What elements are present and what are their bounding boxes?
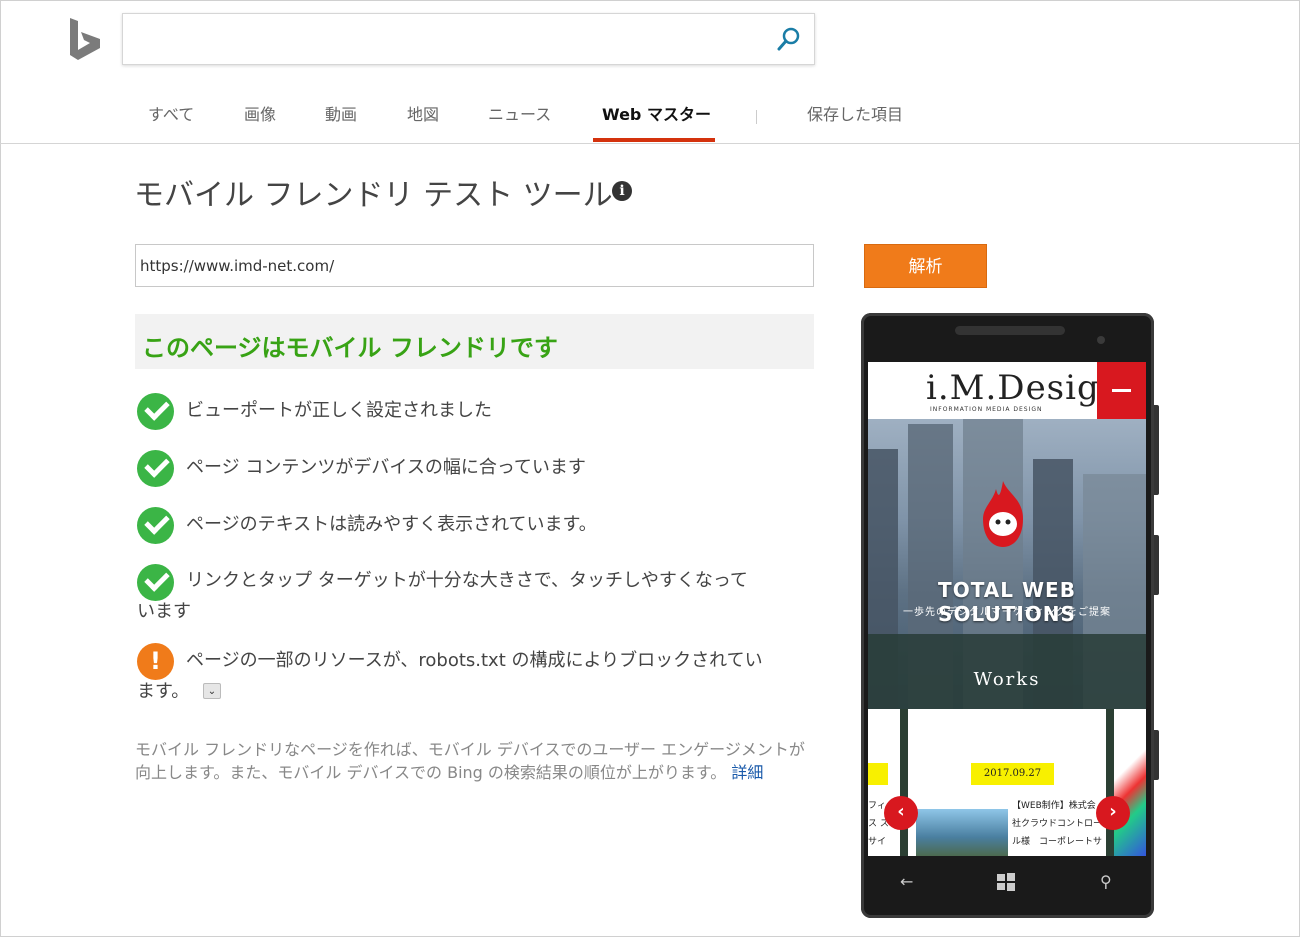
carousel-next-icon: › bbox=[1096, 796, 1130, 830]
card-text: ル様 コーポレートサ bbox=[1012, 837, 1103, 847]
site-works-heading: Works bbox=[973, 669, 1041, 690]
phone-power-button bbox=[1154, 535, 1159, 595]
card-date: 2017.09.27 bbox=[971, 763, 1054, 785]
result-banner: このページはモバイル フレンドリです bbox=[135, 314, 814, 369]
phone-camera-button bbox=[1154, 730, 1159, 780]
result-text: このページはモバイル フレンドリです bbox=[142, 334, 558, 362]
site-hero-subtitle: 一歩先のデジタルマーケティングをご提案 bbox=[903, 607, 1111, 618]
check-item-tap-targets: リンクとタップ ターゲットが十分な大きさで、タッチしやすくなって bbox=[186, 570, 748, 591]
search-icon[interactable] bbox=[776, 26, 802, 52]
card-text: サイ bbox=[868, 837, 887, 847]
active-tab-indicator bbox=[593, 138, 715, 142]
check-item-robots: ページの一部のリソースが、robots.txt の構成によりブロックされてい bbox=[186, 650, 763, 671]
search-box[interactable] bbox=[122, 13, 815, 65]
check-item-robots-cont: ます。 bbox=[137, 681, 190, 702]
details-link[interactable]: 詳細 bbox=[731, 763, 763, 782]
check-item-content-width: ページ コンテンツがデバイスの幅に合っています bbox=[186, 457, 586, 478]
phone-nav-bar: ← ⚲ bbox=[868, 856, 1146, 908]
warning-icon: ! bbox=[137, 643, 174, 680]
footer-text: モバイル フレンドリなページを作れば、モバイル デバイスでのユーザー エンゲージ… bbox=[135, 740, 805, 782]
page-title: モバイル フレンドリ テスト ツール bbox=[134, 178, 613, 213]
check-item-tap-targets-cont: います bbox=[137, 601, 191, 622]
site-menu-button bbox=[1097, 362, 1146, 419]
check-item-text-readable: ページのテキストは読みやすく表示されています。 bbox=[186, 514, 597, 535]
carousel-card: フィ ス ス サイ bbox=[868, 709, 900, 856]
phone-speaker bbox=[955, 326, 1065, 335]
tab-maps[interactable]: 地図 bbox=[407, 106, 439, 136]
tab-all[interactable]: すべて bbox=[148, 106, 194, 136]
check-icon bbox=[137, 450, 174, 487]
check-item-viewport: ビューポートが正しく設定されました bbox=[186, 400, 492, 421]
card-date-tag bbox=[868, 763, 888, 785]
analyze-button[interactable]: 解析 bbox=[864, 244, 987, 288]
windows-icon bbox=[997, 873, 1015, 891]
phone-volume-button bbox=[1154, 405, 1159, 495]
check-icon bbox=[137, 393, 174, 430]
footer-description: モバイル フレンドリなページを作れば、モバイル デバイスでのユーザー エンゲージ… bbox=[135, 738, 815, 784]
card-thumbnail bbox=[916, 809, 1008, 856]
info-icon[interactable]: i bbox=[612, 181, 632, 201]
card-text: 【WEB制作】株式会 bbox=[1012, 801, 1096, 811]
tab-saved[interactable]: 保存した項目 bbox=[807, 106, 903, 136]
site-works-carousel: フィ ス ス サイ 【WEB制作】株式会 社クラウドコントロー ル様 コーポレー… bbox=[868, 709, 1146, 856]
tab-videos[interactable]: 動画 bbox=[325, 106, 357, 136]
site-header: i.M.Design INFORMATION MEDIA DESIGN bbox=[868, 362, 1146, 419]
carousel-card bbox=[1114, 709, 1146, 856]
search-icon: ⚲ bbox=[1100, 872, 1112, 891]
expand-chevron-icon[interactable]: ⌄ bbox=[203, 683, 221, 699]
url-input[interactable] bbox=[135, 244, 814, 287]
site-logo-subtitle: INFORMATION MEDIA DESIGN bbox=[930, 406, 1043, 413]
card-text: 社クラウドコントロー bbox=[1012, 819, 1103, 829]
phone-camera bbox=[1097, 336, 1105, 344]
flame-mascot-icon bbox=[983, 481, 1023, 547]
check-icon bbox=[137, 507, 174, 544]
tab-webmaster[interactable]: Web マスター bbox=[602, 106, 711, 136]
carousel-prev-icon: ‹ bbox=[884, 796, 918, 830]
bing-logo[interactable] bbox=[68, 16, 104, 62]
site-logo: i.M.Design bbox=[926, 368, 1123, 408]
tab-news[interactable]: ニュース bbox=[488, 106, 551, 136]
site-hero: TOTAL WEB SOLUTIONS 一歩先のデジタルマーケティングをご提案 … bbox=[868, 419, 1146, 709]
site-hero-title: TOTAL WEB SOLUTIONS bbox=[938, 578, 1076, 626]
phone-screen: i.M.Design INFORMATION MEDIA DESIGN TOTA… bbox=[868, 362, 1146, 856]
tab-divider bbox=[756, 110, 757, 124]
tab-images[interactable]: 画像 bbox=[244, 106, 276, 136]
back-icon: ← bbox=[900, 872, 914, 891]
search-input[interactable] bbox=[133, 22, 757, 56]
